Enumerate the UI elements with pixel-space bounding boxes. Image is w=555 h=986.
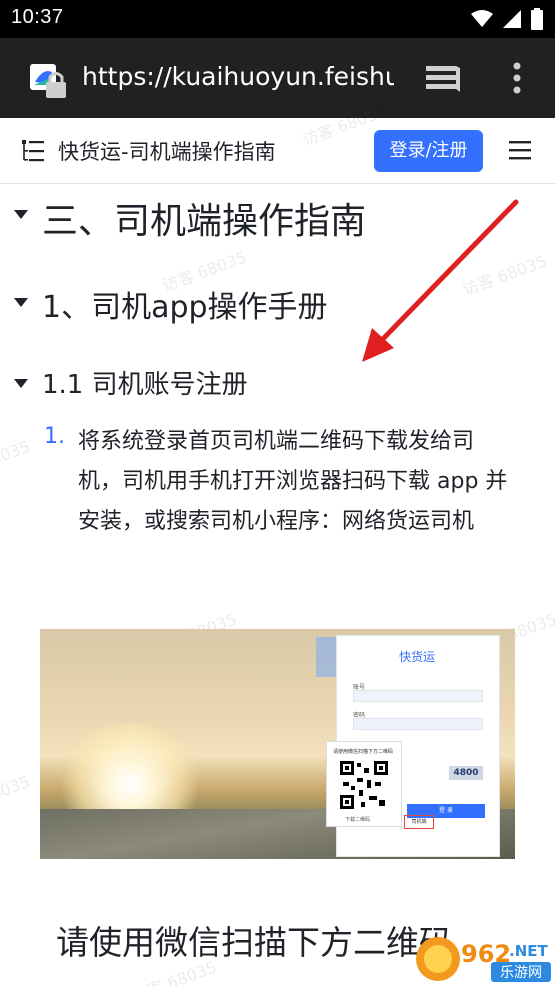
qr-download-label: 下载二维码 — [345, 817, 371, 823]
table-of-contents-icon[interactable] — [20, 138, 46, 164]
svg-text:.NET: .NET — [509, 942, 548, 960]
login-register-button[interactable]: 登录/注册 — [374, 130, 483, 172]
collapse-caret-icon[interactable] — [14, 298, 28, 307]
hamburger-menu-icon[interactable] — [508, 138, 532, 162]
driver-tag: 司机端 — [404, 815, 434, 829]
status-icons — [471, 8, 543, 30]
captcha-image: 4800 — [449, 766, 483, 780]
qr-code-icon — [339, 760, 389, 810]
tabs-button[interactable] — [424, 60, 462, 96]
doc-title: 快货运-司机端操作指南 — [58, 140, 276, 164]
status-time: 10:37 — [11, 6, 64, 28]
logo-subtext: 乐游网 — [500, 965, 542, 981]
browser-toolbar: https://kuaihuoyun.feishu — [0, 38, 555, 118]
heading-3: 1.1 司机账号注册 — [42, 370, 248, 400]
more-options-icon[interactable] — [508, 58, 526, 98]
watermark: 68035 — [0, 771, 33, 808]
qr-panel: 请使用微信扫描下方二维码 下载二维码 — [326, 741, 402, 827]
watermark: 68035 — [0, 436, 33, 473]
url-bar[interactable]: https://kuaihuoyun.feishu — [82, 62, 394, 91]
site-logo-962: 962 .NET 乐游网 — [413, 932, 553, 984]
battery-icon — [531, 8, 543, 30]
heading-2: 1、司机app操作手册 — [42, 290, 328, 325]
doc-header: 快货运-司机端操作指南 登录/注册 — [0, 118, 555, 184]
status-bar: 10:37 — [0, 0, 555, 38]
collapse-caret-icon[interactable] — [14, 379, 28, 388]
list-number: 1. — [44, 424, 65, 449]
watermark: 访客 68035 — [459, 251, 550, 300]
qr-instruction-text: 请使用微信扫描下方二维码 — [56, 923, 452, 962]
cell-signal-icon — [503, 10, 521, 28]
wifi-icon — [471, 10, 493, 27]
decor-square — [316, 637, 336, 677]
qr-caption: 请使用微信扫描下方二维码 — [333, 749, 394, 755]
card-title: 快货运 — [399, 650, 436, 664]
collapse-caret-icon[interactable] — [14, 210, 28, 219]
card-password-field — [353, 718, 483, 730]
heading-1: 三、司机端操作指南 — [42, 201, 367, 242]
card-account-field — [353, 690, 483, 702]
site-lock-icon[interactable] — [30, 60, 72, 100]
list-item-text: 将系统登录首页司机端二维码下载发给司机，司机用手机打开浏览器扫码下载 app 并… — [78, 429, 508, 534]
login-page-screenshot[interactable]: 快货运 账号 密码 4800 登 录 请使用微信扫描下方二维码 下载二维码 司机… — [40, 629, 515, 859]
